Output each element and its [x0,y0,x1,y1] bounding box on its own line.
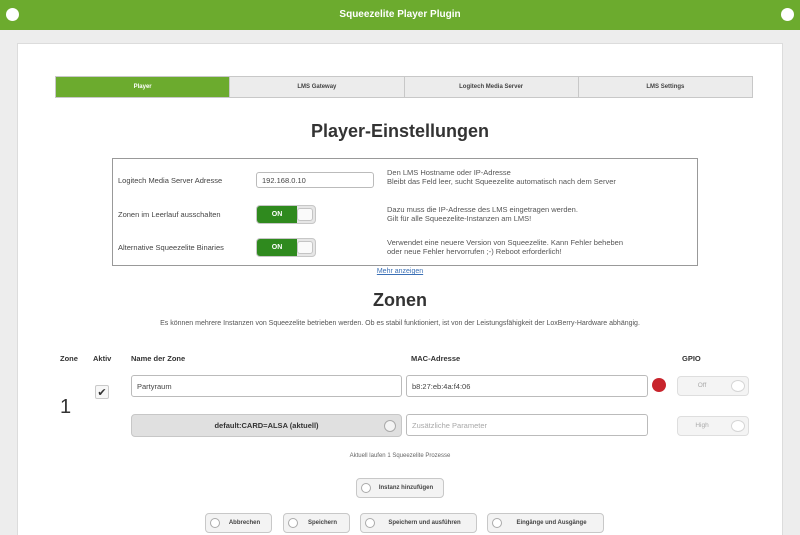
tab-bar: Player LMS Gateway Logitech Media Server… [55,76,753,98]
output-device-label: default:CARD=ALSA (aktuell) [214,421,319,430]
cancel-button[interactable]: Abbrechen [205,513,272,533]
zone-number: 1 [60,396,72,418]
output-device-select[interactable]: default:CARD=ALSA (aktuell) [131,414,402,437]
alt-binaries-toggle[interactable]: ON [256,238,316,257]
zone-name-input[interactable]: Partyraum [131,375,402,397]
col-zone: Zone [60,354,78,363]
col-name: Name der Zone [131,354,186,363]
save-button[interactable]: Speichern [283,513,350,533]
idle-off-desc: Dazu muss die IP-Adresse des LMS eingetr… [387,205,578,223]
lms-address-desc: Den LMS Hostname oder IP-Adresse Bleibt … [387,168,616,186]
io-button[interactable]: Eingänge und Ausgänge [487,513,604,533]
content-panel [17,43,783,535]
lms-address-input[interactable]: 192.168.0.10 [256,172,374,188]
alt-binaries-desc: Verwendet eine neuere Version von Squeez… [387,238,624,256]
gpio-level-label: High [695,422,709,429]
tab-player[interactable]: Player [56,77,231,97]
gpio-toggle-label: Off [697,382,707,389]
add-instance-button[interactable]: Instanz hinzufügen [356,478,444,498]
error-icon [652,378,666,392]
zones-heading: Zonen [373,290,427,310]
save-apply-button[interactable]: Speichern und ausführen [360,513,477,533]
zone-active-checkbox[interactable]: ✔ [95,385,109,399]
col-gpio: GPIO [682,354,701,363]
toggle-knob [731,380,745,392]
toggle-state: ON [257,206,297,223]
chevron-down-icon [384,420,396,432]
idle-off-label: Zonen im Leerlauf ausschalten [118,210,221,219]
col-active: Aktiv [93,354,112,363]
lms-address-label: Logitech Media Server Adresse [118,176,223,185]
tab-logitech-media-server[interactable]: Logitech Media Server [404,77,579,97]
gpio-toggle[interactable]: Off [677,376,749,396]
title-bar: Squeezelite Player Plugin [0,0,800,30]
toggle-knob [297,241,313,254]
tab-lms-settings[interactable]: LMS Settings [578,77,752,97]
plus-icon [361,483,371,493]
player-settings-heading: Player-Einstellungen [310,121,490,141]
alt-binaries-label: Alternative Squeezelite Binaries [118,243,224,252]
toggle-knob [297,208,313,221]
toggle-knob [731,420,745,432]
tab-lms-gateway[interactable]: LMS Gateway [230,77,405,97]
window-title: Squeezelite Player Plugin [339,9,461,20]
save-apply-icon [365,518,375,528]
col-mac: MAC-Adresse [411,354,461,363]
cancel-icon [210,518,220,528]
extra-params-input[interactable]: Zusätzliche Parameter [406,414,648,436]
zones-info: Es können mehrere Instanzen von Squeezel… [160,320,640,327]
save-icon [288,518,298,528]
toggle-state: ON [257,239,297,256]
close-icon[interactable] [781,8,794,21]
more-link[interactable]: Mehr anzeigen [0,268,800,275]
process-status: Aktuell laufen 1 Squeezelite Prozesse [349,453,451,459]
mac-address-input[interactable]: b8:27:eb:4a:f4:06 [406,375,648,397]
io-icon [492,518,502,528]
check-icon: ✔ [97,386,107,399]
gpio-level-toggle[interactable]: High [677,416,749,436]
idle-off-toggle[interactable]: ON [256,205,316,224]
